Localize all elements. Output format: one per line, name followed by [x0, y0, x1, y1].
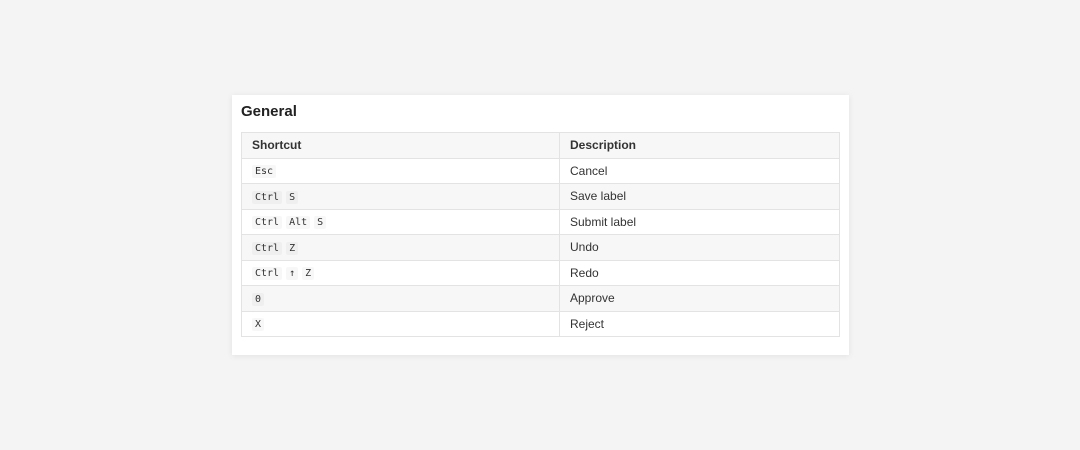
description-cell: Cancel [559, 157, 840, 184]
key-cap: S [314, 216, 326, 229]
key-cap: 0 [252, 293, 264, 306]
table-row: Esc Cancel [241, 157, 840, 184]
table-row: 0 Approve [241, 285, 840, 312]
section-title: General [241, 103, 297, 120]
description-cell: Submit label [559, 208, 840, 235]
key-cap: Ctrl [252, 267, 282, 280]
table-row: Ctrl ↑ Z Redo [241, 259, 840, 286]
key-cap: Z [302, 267, 314, 280]
description-cell: Approve [559, 285, 840, 312]
table-header-row: Shortcut Description [241, 132, 840, 159]
header-shortcut: Shortcut [241, 132, 560, 159]
shortcut-cell: Ctrl Z [241, 234, 560, 261]
shortcut-cell: Ctrl ↑ Z [241, 259, 560, 286]
shortcut-cell: Esc [241, 157, 560, 184]
shortcuts-card: General Shortcut Description Esc Cancel Ct… [232, 95, 849, 355]
shortcut-cell: Ctrl S [241, 183, 560, 210]
description-cell: Reject [559, 310, 840, 337]
description-cell: Save label [559, 183, 840, 210]
key-cap: Ctrl [252, 191, 282, 204]
shortcut-cell: 0 [241, 285, 560, 312]
key-cap: ↑ [286, 267, 298, 280]
table-row: Ctrl Alt S Submit label [241, 208, 840, 235]
key-cap: Ctrl [252, 216, 282, 229]
key-cap: Esc [252, 165, 276, 178]
key-cap: Alt [286, 216, 310, 229]
key-cap: S [286, 191, 298, 204]
description-cell: Undo [559, 234, 840, 261]
description-cell: Redo [559, 259, 840, 286]
table-row: X Reject [241, 310, 840, 337]
shortcuts-table: Shortcut Description Esc Cancel Ctrl S Save … [241, 132, 840, 337]
header-description: Description [559, 132, 840, 159]
key-cap: Ctrl [252, 242, 282, 255]
key-cap: X [252, 318, 264, 331]
shortcut-cell: Ctrl Alt S [241, 208, 560, 235]
table-row: Ctrl S Save label [241, 183, 840, 210]
key-cap: Z [286, 242, 298, 255]
table-row: Ctrl Z Undo [241, 234, 840, 261]
shortcut-cell: X [241, 310, 560, 337]
